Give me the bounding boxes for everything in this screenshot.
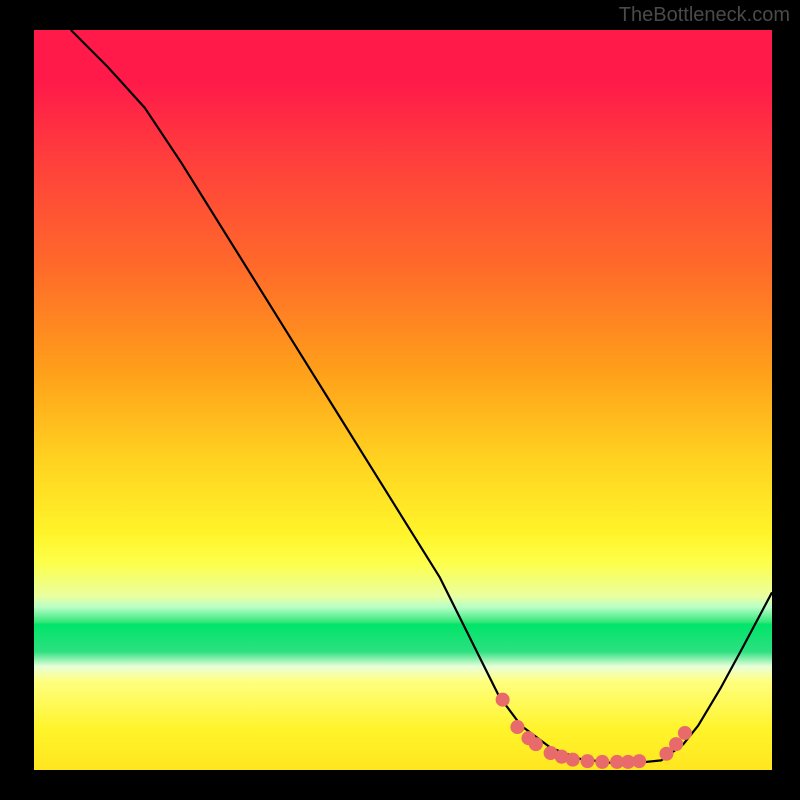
plot-area [34,30,772,770]
attribution-label: TheBottleneck.com [619,4,790,27]
curve-layer [34,30,772,770]
data-marker [496,693,510,707]
bottleneck-curve [71,30,772,763]
data-marker [580,754,594,768]
data-marker [510,720,524,734]
data-marker [566,753,580,767]
data-marker [669,737,683,751]
data-marker [678,726,692,740]
data-marker [529,737,543,751]
chart-frame: TheBottleneck.com [0,0,800,800]
data-marker [595,755,609,769]
data-marker [632,754,646,768]
marker-group [496,693,692,769]
